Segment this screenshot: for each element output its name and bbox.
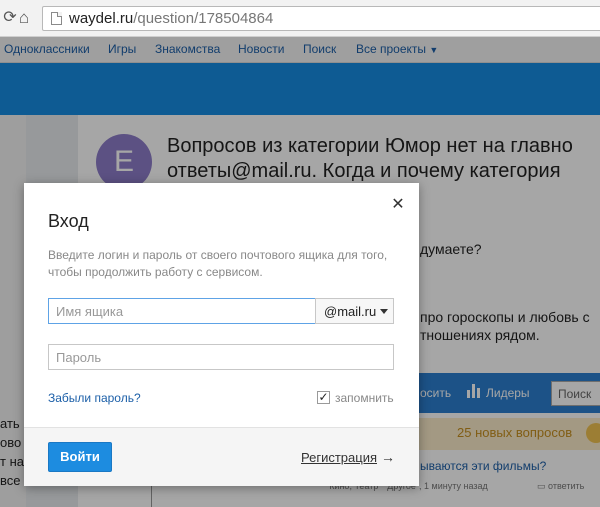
login-button[interactable]: Войти [48, 442, 112, 472]
remember-label: запомнить [335, 391, 394, 405]
url-host: waydel.ru [69, 10, 134, 27]
modal-description: Введите логин и пароль от своего почтово… [48, 248, 388, 279]
remember-me[interactable]: ✓ запомнить [317, 390, 397, 406]
url-path: /question/178504864 [133, 10, 274, 27]
password-field[interactable] [48, 344, 394, 370]
address-bar[interactable]: waydel.ru/question/178504864 [42, 6, 600, 31]
domain-value: @mail.ru [324, 304, 377, 319]
password-input[interactable] [49, 345, 393, 369]
browser-toolbar: ⟳ ⌂ waydel.ru/question/178504864 [0, 0, 600, 37]
chevron-down-icon [380, 309, 388, 314]
modal-title: Вход [48, 211, 89, 231]
close-icon[interactable]: ✕ [390, 197, 406, 213]
register-link[interactable]: Регистрация → [301, 449, 395, 465]
home-icon[interactable]: ⌂ [14, 8, 34, 28]
modal-footer: Войти Регистрация → [24, 427, 419, 486]
page-icon [51, 12, 62, 25]
mailbox-name-input[interactable] [49, 299, 315, 323]
forgot-password-link[interactable]: Забыли пароль? [48, 391, 141, 405]
login-modal: Вход ✕ Введите логин и пароль от своего … [24, 183, 419, 486]
mailbox-name-field[interactable] [48, 298, 316, 324]
domain-select[interactable]: @mail.ru [315, 298, 394, 324]
checkmark-icon[interactable]: ✓ [317, 391, 330, 404]
arrow-right-icon: → [381, 449, 395, 465]
url-text[interactable]: waydel.ru/question/178504864 [69, 10, 273, 27]
register-label: Регистрация [301, 450, 377, 465]
